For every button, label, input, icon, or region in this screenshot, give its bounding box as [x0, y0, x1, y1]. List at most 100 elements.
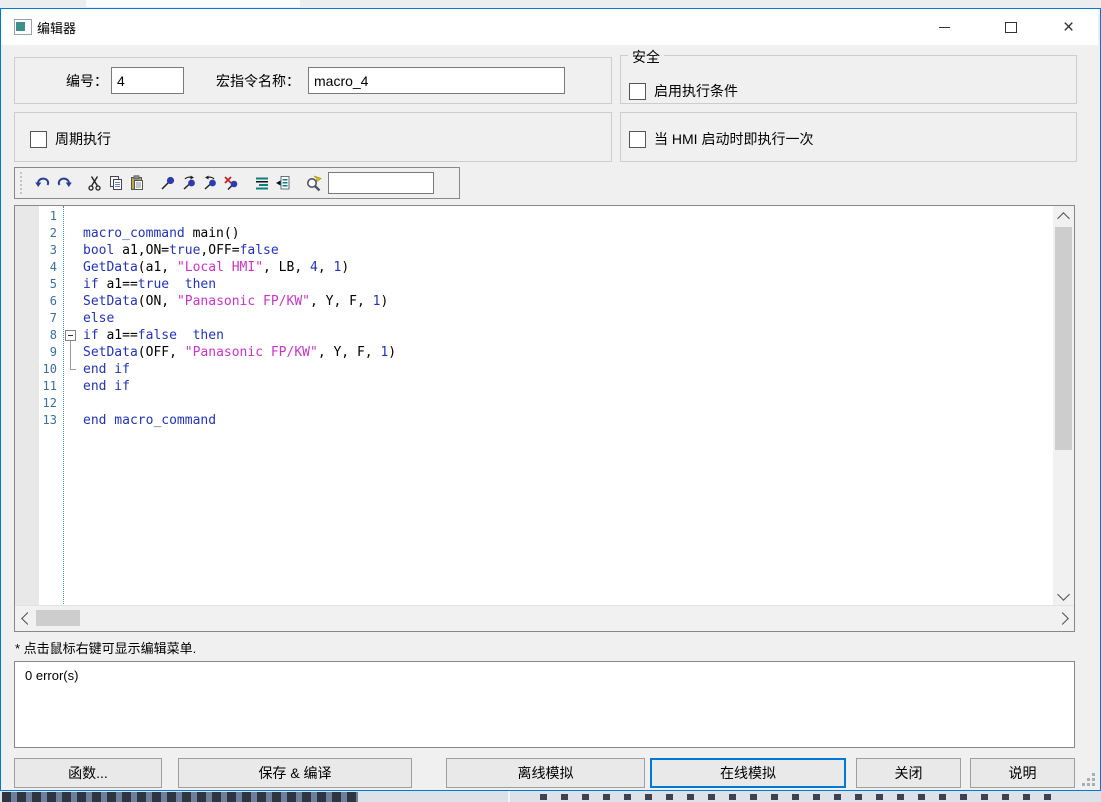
scroll-down-icon[interactable] [1053, 586, 1074, 606]
close-button[interactable]: × [1046, 9, 1091, 45]
redo-icon[interactable] [53, 173, 74, 194]
error-count: 0 error(s) [25, 668, 78, 683]
enable-condition-checkbox[interactable] [629, 83, 646, 100]
cut-icon[interactable] [84, 173, 105, 194]
code-text: if a1==true then [83, 276, 216, 293]
code-editor[interactable]: 12 macro_command main() 3 bool a1,ON=true,O… [14, 205, 1075, 632]
periodic-label: 周期执行 [55, 129, 111, 149]
toolbar-grip[interactable] [20, 172, 26, 194]
code-line[interactable]: 4GetData(a1, "Local HMI", LB, 4, 1) [15, 259, 1053, 276]
clear-bookmarks-icon[interactable] [220, 173, 241, 194]
line-number: 9 [15, 344, 61, 361]
scroll-left-icon[interactable] [15, 606, 35, 630]
scroll-right-icon[interactable] [1054, 606, 1074, 630]
code-text: bool a1,ON=true,OFF=false [83, 242, 279, 259]
code-line[interactable]: 2 macro_command main() [15, 225, 1053, 242]
vertical-scrollbar-thumb[interactable] [1055, 227, 1072, 450]
fold-marker[interactable] [61, 327, 83, 344]
macro-name-input[interactable] [308, 67, 565, 94]
line-number: 3 [15, 242, 61, 259]
functions-button[interactable]: 函数... [14, 758, 162, 788]
maximize-icon [1005, 22, 1017, 33]
code-text: else [83, 310, 114, 327]
macro-name-label: 宏指令名称： [216, 71, 300, 91]
resize-grip[interactable] [1083, 773, 1095, 785]
line-number: 10 [15, 361, 61, 378]
scroll-up-icon[interactable] [1053, 206, 1074, 226]
fold-margin [61, 395, 83, 412]
startup-label: 当 HMI 启动时即执行一次 [654, 129, 813, 149]
horizontal-scrollbar-thumb[interactable] [36, 610, 80, 626]
code-line[interactable]: 1 [15, 208, 1053, 225]
line-number: 2 [15, 225, 61, 242]
help-button[interactable]: 说明 [970, 758, 1075, 788]
horizontal-scrollbar[interactable] [15, 605, 1074, 631]
fold-margin [61, 412, 83, 429]
security-group-caption: 安全 [628, 47, 664, 67]
startup-checkbox[interactable] [629, 131, 646, 148]
minimize-icon [939, 27, 950, 28]
code-area[interactable]: 12 macro_command main() 3 bool a1,ON=true,O… [15, 206, 1053, 606]
fold-margin [61, 242, 83, 259]
vertical-scrollbar[interactable] [1053, 206, 1074, 606]
close-icon: × [1063, 18, 1074, 37]
online-simulation-button[interactable]: 在线模拟 [650, 758, 846, 788]
toggle-bookmark-icon[interactable] [157, 173, 178, 194]
code-line[interactable]: 8 if a1==false then [15, 327, 1053, 344]
code-text: SetData(ON, "Panasonic FP/KW", Y, F, 1) [83, 293, 388, 310]
undo-icon[interactable] [32, 173, 53, 194]
periodic-checkrow: 周期执行 [30, 129, 111, 149]
code-line[interactable]: 12 [15, 395, 1053, 412]
fold-margin [61, 208, 83, 225]
hint-text: * 点击鼠标右键可显示编辑菜单. [15, 638, 196, 657]
previous-bookmark-icon[interactable] [199, 173, 220, 194]
search-input[interactable] [328, 172, 434, 194]
code-line[interactable]: 10end if [15, 361, 1053, 378]
code-text: if a1==false then [83, 327, 224, 344]
screen: 编辑器 × 编号： 宏指令名称： 安全 启用执行条件 周期执行 [0, 0, 1101, 802]
code-text: SetData(OFF, "Panasonic FP/KW", Y, F, 1) [83, 344, 396, 361]
code-text: macro_command main() [83, 225, 240, 242]
code-text: GetData(a1, "Local HMI", LB, 4, 1) [83, 259, 349, 276]
periodic-checkbox[interactable] [30, 131, 47, 148]
line-number: 11 [15, 378, 61, 395]
code-line[interactable]: 13end macro_command [15, 412, 1053, 429]
background-window-bottom [0, 791, 1101, 802]
line-number: 6 [15, 293, 61, 310]
window-title: 编辑器 [37, 18, 76, 37]
code-line[interactable]: 7 else [15, 310, 1053, 327]
close-dialog-button[interactable]: 关闭 [856, 758, 961, 788]
fold-margin [61, 276, 83, 293]
copy-icon[interactable] [105, 173, 126, 194]
paste-icon[interactable] [126, 173, 147, 194]
code-lines[interactable]: 12 macro_command main() 3 bool a1,ON=true,O… [15, 208, 1053, 429]
editor-dialog: 编辑器 × 编号： 宏指令名称： 安全 启用执行条件 周期执行 [0, 8, 1101, 791]
fold-margin [61, 310, 83, 327]
maximize-button[interactable] [988, 9, 1033, 45]
indent-icon[interactable] [251, 173, 272, 194]
line-number: 8 [15, 327, 61, 344]
code-line[interactable]: 3 bool a1,ON=true,OFF=false [15, 242, 1053, 259]
code-line[interactable]: 9 SetData(OFF, "Panasonic FP/KW", Y, F, 1… [15, 344, 1053, 361]
outdent-icon[interactable] [272, 173, 293, 194]
minimize-button[interactable] [922, 9, 967, 45]
fold-margin [61, 225, 83, 242]
fold-margin [61, 293, 83, 310]
code-text: end if [83, 378, 130, 395]
editor-toolbar [14, 167, 460, 199]
number-input[interactable] [111, 67, 184, 94]
app-icon [14, 19, 32, 35]
save-compile-button[interactable]: 保存 & 编译 [178, 758, 412, 788]
code-line[interactable]: 5if a1==true then [15, 276, 1053, 293]
code-line[interactable]: 11 end if [15, 378, 1053, 395]
line-number: 7 [15, 310, 61, 327]
offline-simulation-button[interactable]: 离线模拟 [446, 758, 645, 788]
startup-group: 当 HMI 启动时即执行一次 [620, 112, 1077, 162]
find-icon[interactable] [303, 173, 324, 194]
id-name-group: 编号： 宏指令名称： [14, 57, 612, 104]
next-bookmark-icon[interactable] [178, 173, 199, 194]
compile-output: 0 error(s) [14, 661, 1075, 748]
code-line[interactable]: 6 SetData(ON, "Panasonic FP/KW", Y, F, 1) [15, 293, 1053, 310]
fold-margin [61, 259, 83, 276]
titlebar[interactable]: 编辑器 × [1, 9, 1098, 45]
